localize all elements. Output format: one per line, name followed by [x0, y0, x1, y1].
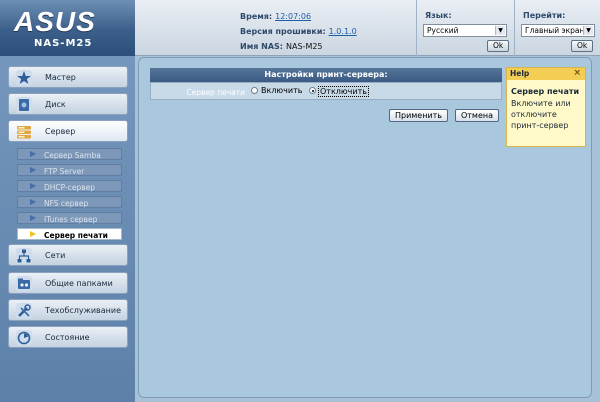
triangle-right-icon: [30, 167, 36, 173]
subitem-label: FTP Server: [44, 166, 85, 176]
sidebar-item-label: Сети: [45, 251, 66, 260]
help-text: Включите или отключите принт-сервер: [511, 99, 571, 130]
radio-enable[interactable]: [251, 87, 258, 94]
sidebar-subitem-samba[interactable]: Сервер Samba: [17, 148, 122, 160]
sidebar-subitem-ftp[interactable]: FTP Server: [17, 164, 122, 176]
goto-selected: Главный экран: [525, 26, 585, 35]
time-label: Время:: [240, 12, 273, 21]
subitem-label: Сервер печати: [44, 230, 108, 240]
sidebar-item-label: Диск: [45, 100, 66, 109]
logo-panel: ASUS NAS-M25: [0, 0, 135, 56]
time-row: Время: 12:07:06: [240, 12, 311, 21]
sidebar-item-network[interactable]: Сети: [8, 244, 128, 266]
radio-disable-label[interactable]: Отключить: [318, 86, 369, 97]
sidebar-item-shared-folders[interactable]: Общие папками: [8, 272, 128, 294]
nas-name-value: NAS-M25: [286, 42, 323, 51]
chevron-down-icon: ▼: [583, 26, 593, 35]
help-title: Сервер печати: [511, 87, 580, 96]
goto-label: Перейти:: [523, 11, 566, 20]
asus-logo: ASUS: [14, 6, 96, 37]
nas-name-row: Имя NAS: NAS-M25: [240, 42, 323, 51]
goto-ok-button[interactable]: Ok: [571, 40, 594, 52]
triangle-right-icon: [30, 151, 36, 157]
subitem-label: ITunes сервер: [44, 214, 98, 224]
sidebar-subitem-itunes[interactable]: ITunes сервер: [17, 212, 122, 224]
wand-icon: [16, 70, 32, 86]
firmware-value[interactable]: 1.0.1.0: [329, 27, 357, 36]
language-label: Язык:: [425, 11, 452, 20]
help-header: Help ×: [507, 68, 585, 80]
subitem-label: DHCP-сервер: [44, 182, 96, 192]
panel-title: Настройки принт-сервера:: [150, 68, 502, 82]
help-box: Help × Сервер печати Включите или отключ…: [506, 67, 586, 147]
firmware-label: Версия прошивки:: [240, 27, 326, 36]
sidebar-item-label: Техобслуживание: [45, 306, 121, 315]
network-icon: [16, 248, 32, 264]
goto-select[interactable]: Главный экран ▼: [521, 24, 595, 37]
server-icon: [17, 126, 31, 139]
sidebar-item-label: Мастер: [45, 73, 76, 82]
apply-button[interactable]: Применить: [389, 109, 448, 122]
help-header-label: Help: [510, 69, 530, 78]
status-icon: [16, 330, 32, 346]
header: ASUS NAS-M25 Время: 12:07:06 Версия проши…: [0, 0, 600, 56]
cancel-button[interactable]: Отмена: [455, 109, 499, 122]
subitem-label: NFS сервер: [44, 198, 89, 208]
triangle-right-icon: [30, 231, 36, 237]
close-icon[interactable]: ×: [573, 68, 581, 78]
sidebar-item-maintenance[interactable]: Техобслуживание: [8, 299, 128, 321]
radio-enable-label[interactable]: Включить: [261, 86, 302, 95]
language-block: Язык: Русский ▼ Ok: [416, 0, 512, 56]
sidebar-item-status[interactable]: Состояние: [8, 326, 128, 348]
goto-block: Перейти: Главный экран ▼ Ok: [514, 0, 600, 56]
radio-disable[interactable]: [309, 87, 316, 94]
chevron-down-icon: ▼: [495, 26, 505, 35]
nas-name-label: Имя NAS:: [240, 42, 284, 51]
sidebar-item-label: Общие папками: [45, 279, 113, 288]
language-selected: Русский: [427, 26, 459, 35]
sidebar-item-disk[interactable]: Диск: [8, 93, 128, 115]
sidebar-item-label: Состояние: [45, 333, 90, 342]
print-server-label: Сервер печати: [186, 88, 245, 97]
time-value[interactable]: 12:07:06: [275, 12, 311, 21]
sidebar-item-wizard[interactable]: Мастер: [8, 66, 128, 88]
sidebar-item-label: Сервер: [45, 127, 76, 136]
model-name: NAS-M25: [34, 38, 93, 49]
firmware-row: Версия прошивки: 1.0.1.0: [240, 27, 357, 36]
language-ok-button[interactable]: Ok: [487, 40, 510, 52]
tools-icon: [16, 303, 32, 319]
triangle-right-icon: [30, 199, 36, 205]
subitem-label: Сервер Samba: [44, 150, 101, 160]
sidebar-subitem-print-server[interactable]: Сервер печати: [17, 228, 122, 240]
triangle-right-icon: [30, 183, 36, 189]
disk-icon: [16, 97, 32, 113]
shared-folders-icon: [16, 276, 32, 292]
language-select[interactable]: Русский ▼: [423, 24, 507, 37]
sidebar-subitem-dhcp[interactable]: DHCP-сервер: [17, 180, 122, 192]
triangle-right-icon: [30, 215, 36, 221]
sidebar-subitem-nfs[interactable]: NFS сервер: [17, 196, 122, 208]
sidebar-item-server[interactable]: Сервер: [8, 120, 128, 142]
